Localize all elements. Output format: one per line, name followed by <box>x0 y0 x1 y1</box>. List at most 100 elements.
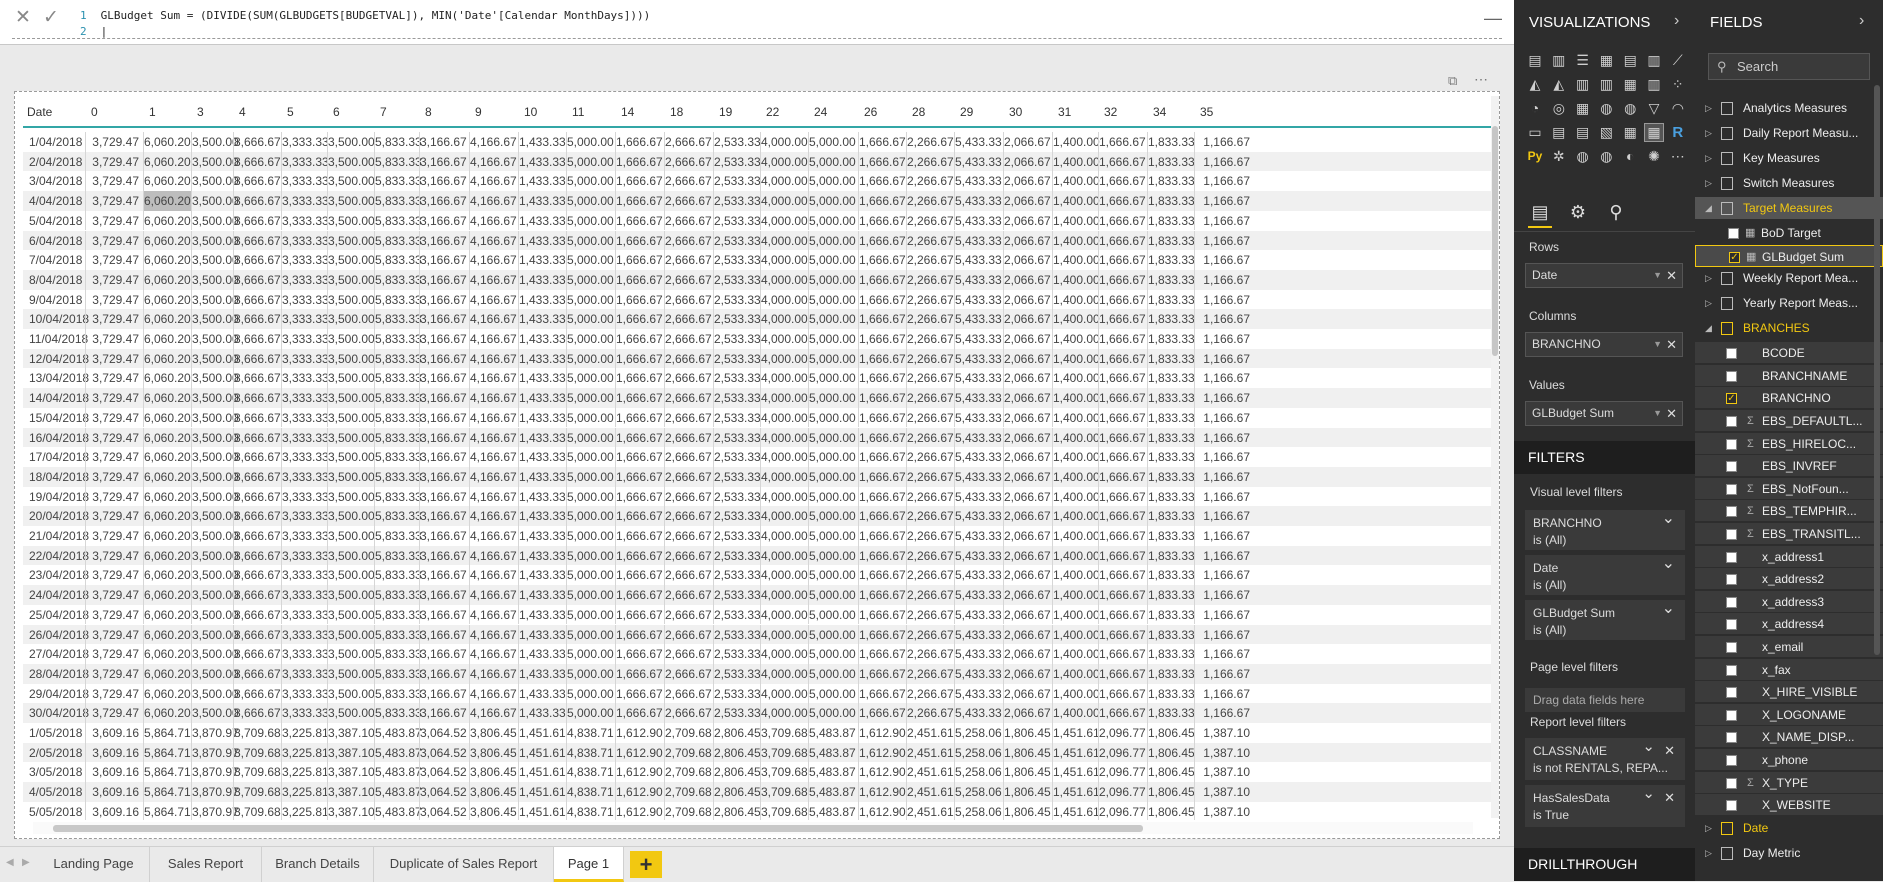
table-cell[interactable]: 4,166.67 <box>469 191 518 211</box>
table-cell[interactable]: 1,806.45 <box>1147 762 1195 783</box>
table-cell[interactable]: 3,166.67 <box>419 210 469 231</box>
table-cell[interactable]: 1,400.00 <box>1052 309 1100 329</box>
table-cell[interactable]: 4,000.00 <box>760 703 808 723</box>
table-cell[interactable]: 4,166.67 <box>469 171 518 192</box>
table-cell[interactable]: 4,166.67 <box>469 309 518 329</box>
table-cell[interactable]: 1,666.67 <box>1098 526 1147 546</box>
checkbox[interactable] <box>1726 483 1737 495</box>
table-cell[interactable]: 5,833.33 <box>374 348 422 369</box>
table-cell[interactable]: 2,066.67 <box>1003 132 1052 152</box>
table-cell[interactable]: 3,500.00 <box>327 604 375 625</box>
table-cell[interactable]: 1,400.00 <box>1052 466 1100 487</box>
table-cell[interactable]: 5,864.71 <box>143 742 191 763</box>
table-cell[interactable]: 1,433.33 <box>518 506 566 526</box>
table-cell[interactable]: 1,166.67 <box>1194 526 1254 546</box>
table-cell[interactable]: 3,225.81 <box>281 782 329 802</box>
table-cell[interactable]: 1,166.67 <box>1194 171 1254 192</box>
table-cell[interactable]: 1,166.67 <box>1194 407 1254 428</box>
table-cell[interactable]: 3,333.33 <box>281 132 329 152</box>
table-cell[interactable]: 1,433.33 <box>518 447 566 467</box>
table-cell[interactable]: 1,400.00 <box>1052 407 1100 428</box>
table-cell[interactable]: 8,666.67 <box>233 545 281 566</box>
table-cell[interactable]: 2,666.67 <box>664 644 713 664</box>
table-cell[interactable]: 1,400.00 <box>1052 545 1100 566</box>
table-cell[interactable]: 1,666.67 <box>1098 663 1147 684</box>
table-cell[interactable]: 5,433.33 <box>954 545 1003 566</box>
table-cell[interactable]: 1,166.67 <box>1194 191 1254 211</box>
table-cell[interactable]: 1,433.33 <box>518 703 566 723</box>
table-cell[interactable]: 2,533.33 <box>713 151 761 172</box>
table-cell[interactable]: 3,709.68 <box>760 801 808 820</box>
table-cell[interactable]: 8,709.68 <box>233 723 281 743</box>
table-cell[interactable]: 3,166.67 <box>419 132 469 152</box>
check-icon[interactable]: ✓ <box>38 6 64 30</box>
table-cell[interactable]: 6,060.20 <box>143 565 191 586</box>
table-cell[interactable]: 3,333.33 <box>281 486 329 507</box>
table-cell[interactable]: 2,666.67 <box>664 309 713 329</box>
table-cell[interactable]: 3,064.52 <box>419 762 469 783</box>
table-cell[interactable]: 3,064.52 <box>419 801 469 820</box>
table-cell[interactable]: 1,166.67 <box>1194 624 1254 645</box>
table-cell[interactable]: 2,266.67 <box>906 269 954 290</box>
table-cell[interactable]: 2,533.33 <box>713 329 761 349</box>
table-cell[interactable]: 3,500.00 <box>191 506 239 526</box>
table-cell[interactable]: 1,833.33 <box>1147 585 1195 605</box>
table-cell[interactable]: 2,096.77 <box>1098 762 1147 783</box>
checkbox[interactable]: ✓ <box>1726 393 1737 405</box>
table-cell[interactable]: 1,400.00 <box>1052 585 1100 605</box>
table-cell[interactable]: 3,166.67 <box>419 191 469 211</box>
table-cell[interactable]: 1,666.67 <box>615 447 664 467</box>
table-cell[interactable]: 2,096.77 <box>1098 782 1147 802</box>
table-cell[interactable]: 8,666.67 <box>233 368 281 389</box>
table-cell[interactable]: 1,666.67 <box>1098 703 1147 723</box>
table-cell[interactable]: 6,060.20 <box>143 151 191 172</box>
table-cell[interactable]: 4,166.67 <box>469 348 518 369</box>
table-cell[interactable]: 8,666.67 <box>233 466 281 487</box>
table-cell[interactable]: 3,333.33 <box>281 210 329 231</box>
table-cell[interactable]: 5,833.33 <box>374 132 422 152</box>
table-cell[interactable]: 1,166.67 <box>1194 663 1254 684</box>
table-cell[interactable]: 2,666.67 <box>664 388 713 408</box>
table-cell[interactable]: 1,666.67 <box>615 565 664 586</box>
field-item-x-type[interactable]: Σ X_TYPE <box>1695 771 1883 794</box>
table-cell[interactable]: 3,333.33 <box>281 250 329 270</box>
table-cell[interactable]: 3,225.81 <box>281 742 329 763</box>
checkbox[interactable] <box>1726 709 1737 721</box>
table-cell[interactable]: 3,166.67 <box>419 565 469 586</box>
table-icon[interactable]: ▦ <box>1621 124 1639 141</box>
column-header[interactable]: 11 <box>572 100 584 128</box>
column-header[interactable]: 32 <box>1104 100 1117 128</box>
table-cell[interactable]: 3,500.00 <box>191 545 239 566</box>
table-cell[interactable]: 2,666.67 <box>664 230 713 251</box>
table-cell[interactable]: 2,533.33 <box>713 466 761 487</box>
matrix-visual[interactable]: Date 0 1 3 4 5 6 7 8 9 10 11 14 18 19 22 24 26 28 29 30 31 32 3… <box>14 91 1500 839</box>
table-cell[interactable]: 5,000.00 <box>566 309 615 329</box>
table-cell[interactable]: 6,060.20 <box>143 703 191 723</box>
python-visual-icon[interactable]: Py <box>1526 148 1544 165</box>
table-cell[interactable]: 1,612.90 <box>615 801 664 820</box>
table-cell[interactable]: 3,333.33 <box>281 427 329 448</box>
column-header[interactable]: 18 <box>670 100 683 128</box>
table-cell[interactable]: 1,387.10 <box>1194 762 1254 783</box>
table-cell[interactable]: 1,166.67 <box>1194 132 1254 152</box>
table-cell[interactable]: 5,000.00 <box>808 171 858 192</box>
key-influencers-icon[interactable]: ✲ <box>1550 148 1568 165</box>
table-cell[interactable]: 2,533.33 <box>713 565 761 586</box>
table-cell[interactable]: 1,666.67 <box>615 191 664 211</box>
table-cell[interactable]: 2,709.68 <box>664 782 713 802</box>
table-cell[interactable]: 1,833.33 <box>1147 407 1195 428</box>
table-cell[interactable]: 1,666.67 <box>858 171 906 192</box>
matrix-icon[interactable]: ▦ <box>1644 123 1664 142</box>
table-cell[interactable]: 1,666.67 <box>1098 427 1147 448</box>
table-cell[interactable]: 2,709.68 <box>664 801 713 820</box>
checkbox[interactable] <box>1726 461 1737 473</box>
table-cell[interactable]: 5,433.33 <box>954 526 1003 546</box>
fields-scrollbar[interactable] <box>1874 85 1880 655</box>
table-cell[interactable]: 2,266.67 <box>906 329 954 349</box>
table-cell[interactable]: 8,666.67 <box>233 250 281 270</box>
chevron-right-icon[interactable]: ▷ <box>1705 292 1712 314</box>
tab-landing-page[interactable]: Landing Page <box>38 847 150 882</box>
column-header[interactable]: 30 <box>1009 100 1022 128</box>
report-filter-card[interactable]: HasSalesData is True ⌄ ✕ <box>1525 785 1685 827</box>
table-cell[interactable]: 2,266.67 <box>906 191 954 211</box>
